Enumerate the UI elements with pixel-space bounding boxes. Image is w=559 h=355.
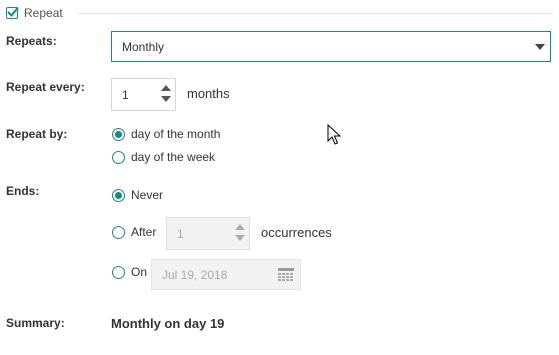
repeat-by-label: Repeat by:	[6, 127, 68, 141]
legend-divider	[78, 13, 553, 14]
radio-label: After	[131, 225, 157, 239]
occurrences-stepper[interactable]: 1	[166, 217, 250, 250]
mouse-cursor-icon	[327, 124, 341, 145]
occurrences-value: 1	[177, 226, 184, 241]
repeat-section-legend[interactable]: Repeat	[6, 5, 63, 21]
increment-icon[interactable]	[235, 224, 245, 230]
radio-unselected-icon[interactable]	[112, 225, 125, 239]
repeat-every-value: 1	[122, 87, 129, 102]
repeats-label: Repeats:	[6, 34, 57, 48]
repeats-select-value: Monthly	[122, 39, 165, 54]
repeat-section-title: Repeat	[24, 6, 63, 20]
repeat-every-unit: months	[187, 86, 230, 101]
ends-never-option[interactable]: Never	[112, 188, 163, 202]
repeat-by-day-of-week-option[interactable]: day of the week	[112, 150, 215, 164]
chevron-down-icon	[535, 44, 545, 50]
radio-label: day of the week	[131, 150, 216, 164]
radio-selected-icon[interactable]	[112, 127, 125, 141]
decrement-icon[interactable]	[235, 235, 245, 241]
radio-label: On	[131, 265, 148, 279]
increment-icon[interactable]	[161, 85, 171, 91]
repeats-select[interactable]: Monthly	[111, 31, 551, 62]
decrement-icon[interactable]	[161, 96, 171, 102]
ends-label: Ends:	[6, 184, 40, 198]
occurrences-unit: occurrences	[261, 225, 332, 240]
radio-unselected-icon[interactable]	[112, 150, 125, 164]
repeat-every-label: Repeat every:	[6, 80, 85, 94]
ends-after-option[interactable]: After	[112, 225, 156, 239]
calendar-icon[interactable]	[278, 268, 294, 282]
ends-on-option[interactable]: On	[112, 265, 147, 279]
end-date-value: Jul 19, 2018	[162, 267, 228, 282]
stepper-arrows[interactable]	[161, 85, 171, 107]
radio-label: day of the month	[131, 127, 221, 141]
radio-label: Never	[131, 188, 164, 202]
summary-value: Monthly on day 19	[111, 316, 225, 331]
stepper-arrows[interactable]	[235, 224, 245, 246]
radio-selected-icon[interactable]	[112, 188, 125, 202]
repeat-every-stepper[interactable]: 1	[111, 78, 176, 111]
end-date-field[interactable]: Jul 19, 2018	[151, 259, 301, 290]
summary-label: Summary:	[6, 316, 65, 330]
repeat-by-day-of-month-option[interactable]: day of the month	[112, 127, 220, 141]
check-icon	[7, 6, 19, 17]
radio-unselected-icon[interactable]	[112, 265, 125, 279]
repeat-checkbox[interactable]	[6, 6, 19, 19]
